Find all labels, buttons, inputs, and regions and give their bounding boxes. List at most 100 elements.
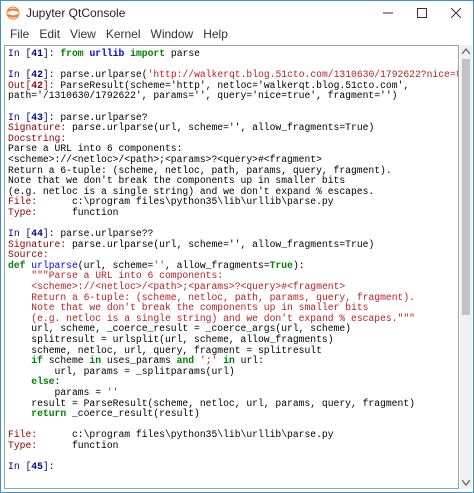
console-token: from (60, 48, 84, 59)
console-token: """Parse a URL into 6 components: (31, 270, 224, 282)
console-token: uses_params (101, 355, 177, 367)
console-token: File: (8, 429, 38, 441)
console-token: Docstring: (8, 132, 67, 144)
close-button[interactable] (439, 1, 473, 24)
console-token: <scheme>://<netloc>/<path>;<params>?<que… (31, 281, 346, 293)
scroll-down-button[interactable] (460, 477, 472, 489)
console-token: ]: (42, 79, 61, 91)
console-line: Type: function (8, 439, 458, 452)
console-token: ]: (42, 48, 61, 59)
console-token (8, 292, 31, 303)
console-token: urlparse (31, 259, 78, 271)
console-token: result = ParseResult(scheme, netloc, url… (8, 397, 415, 409)
console-token (8, 376, 31, 387)
console-token: urllib (89, 48, 125, 59)
console-token (8, 408, 31, 419)
console-token: import (130, 48, 166, 59)
menu-help[interactable]: Help (198, 27, 233, 41)
vertical-scrollbar[interactable] (460, 45, 472, 489)
maximize-button[interactable] (405, 1, 439, 24)
menu-window[interactable]: Window (146, 27, 199, 41)
menu-kernel[interactable]: Kernel (101, 27, 146, 41)
console-line: Type: function (8, 206, 458, 219)
console-token: In [ (8, 48, 32, 59)
console-token: parse.urlparse(url, scheme='', allow_fra… (66, 122, 375, 134)
console-output[interactable]: In [41]: from urllib import parse In [42… (4, 45, 459, 489)
console-token: Type: (8, 206, 38, 218)
console-line: Signature: parse.urlparse(url, scheme=''… (8, 122, 458, 134)
console-line: return _coerce_result(result) (8, 408, 458, 420)
console-token: if (31, 355, 43, 367)
console-token: '' (106, 387, 119, 398)
console-token: splitresult = urlsplit(url, scheme, allo… (8, 334, 334, 346)
console-token: ]: (42, 228, 61, 240)
console-line: In [41]: from urllib import parse (8, 48, 458, 60)
console-token: parse.urlparse(url, scheme='', allow_fra… (66, 238, 375, 250)
menu-file[interactable]: File (5, 27, 34, 41)
console-token: In [ (8, 228, 32, 240)
console-token: Return a 6-tuple: (scheme, netloc, path,… (31, 291, 415, 303)
console-token: ]: (42, 461, 61, 473)
console-token: url: (234, 355, 264, 367)
console-token: 42 (31, 79, 43, 91)
scroll-thumb[interactable] (462, 59, 470, 315)
console-token: ]: (42, 111, 61, 123)
menu-view[interactable]: View (65, 27, 101, 41)
console-token (8, 281, 31, 292)
console-token: function (37, 206, 119, 218)
console-token: Return a 6-tuple: (scheme, netloc, path,… (8, 164, 392, 176)
console-token: def (8, 259, 26, 271)
console-token: ';' (199, 355, 218, 367)
console-token: File: (8, 196, 38, 208)
menu-edit[interactable]: Edit (34, 27, 65, 41)
console-token: return (31, 408, 67, 420)
console-line: url, params = _splitparams(url) (8, 365, 458, 378)
console-token: 45 (31, 461, 43, 473)
console-token: else (31, 376, 55, 388)
console-token: url, scheme, _coerce_result = _coerce_ar… (8, 323, 351, 335)
console-text[interactable]: In [41]: from urllib import parse In [42… (5, 46, 458, 473)
console-token: 43 (31, 111, 43, 123)
console-token: _coerce_result(result) (66, 408, 200, 420)
console-token: parse (165, 48, 200, 59)
minimize-icon (383, 12, 393, 13)
console-token (8, 355, 31, 366)
console-token (8, 302, 31, 313)
console-token: 44 (31, 228, 43, 240)
console-token (8, 313, 31, 324)
console-token: c:\program files\python35\lib\urllib\par… (37, 196, 334, 208)
console-token: parse.urlparse? (60, 111, 148, 123)
console-token: 41 (31, 48, 43, 59)
console-token: : (54, 376, 61, 388)
close-icon (451, 7, 461, 18)
console-token: in (89, 355, 102, 367)
console-token: In [ (8, 111, 32, 123)
console-token: c:\program files\python35\lib\urllib\par… (37, 429, 334, 441)
console-token: function (37, 439, 119, 451)
console-token: and (176, 355, 195, 367)
console-token: Type: (8, 439, 38, 451)
minimize-button[interactable] (371, 1, 405, 24)
console-token: , allow_fragments= (165, 259, 270, 271)
console-token: parse.urlparse( (60, 69, 148, 81)
console-token: '' (153, 259, 166, 271)
console-token: Source: (8, 249, 49, 261)
console-token: parse.urlparse?? (60, 228, 154, 240)
console-token: ): (292, 259, 305, 271)
chevron-down-icon (462, 480, 470, 486)
title-bar[interactable]: Jupyter QtConsole (1, 1, 473, 24)
console-token: ]: (42, 69, 61, 81)
window-title: Jupyter QtConsole (26, 5, 126, 20)
console-token: Out[ (8, 79, 32, 91)
console-token: (e.g. netloc is a single string) and we … (8, 185, 375, 197)
console-token: Signature: (8, 122, 67, 134)
console-line: path='/1310630/1792622', params='', quer… (8, 91, 458, 102)
console-token: params = (8, 387, 107, 398)
console-token: path='/1310630/1792622', params='', quer… (8, 90, 398, 102)
scroll-up-button[interactable] (460, 45, 472, 57)
console-line: In [45]: (8, 461, 458, 473)
console-token: url, params = _splitparams(url) (8, 365, 235, 377)
console-token: Note that we don't break the components … (31, 302, 369, 314)
chevron-up-icon (462, 48, 470, 54)
